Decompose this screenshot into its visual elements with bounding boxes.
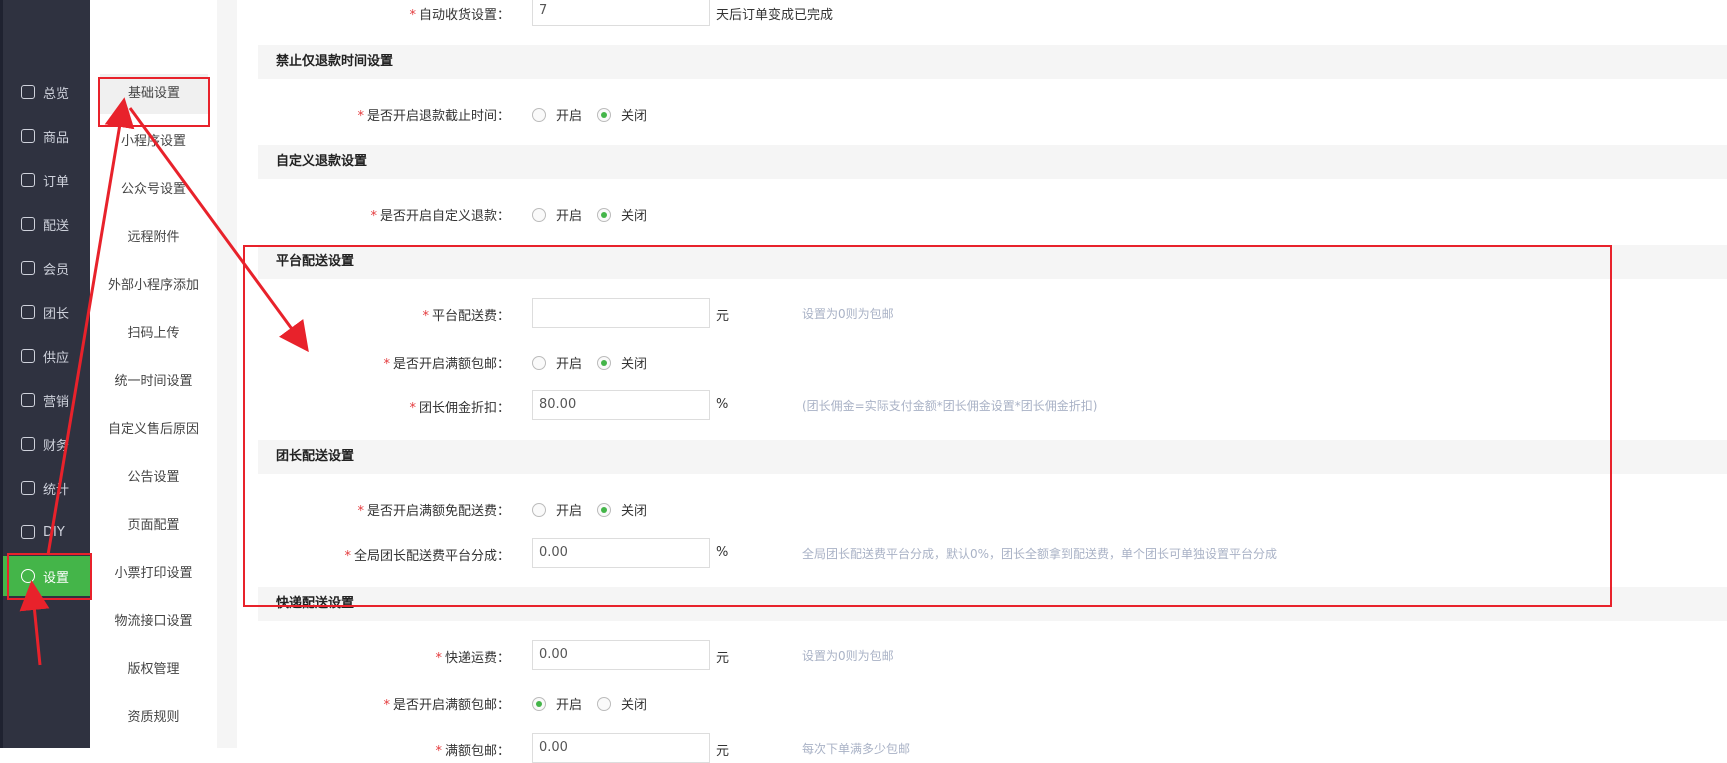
annotation-arrows bbox=[19, 97, 309, 666]
